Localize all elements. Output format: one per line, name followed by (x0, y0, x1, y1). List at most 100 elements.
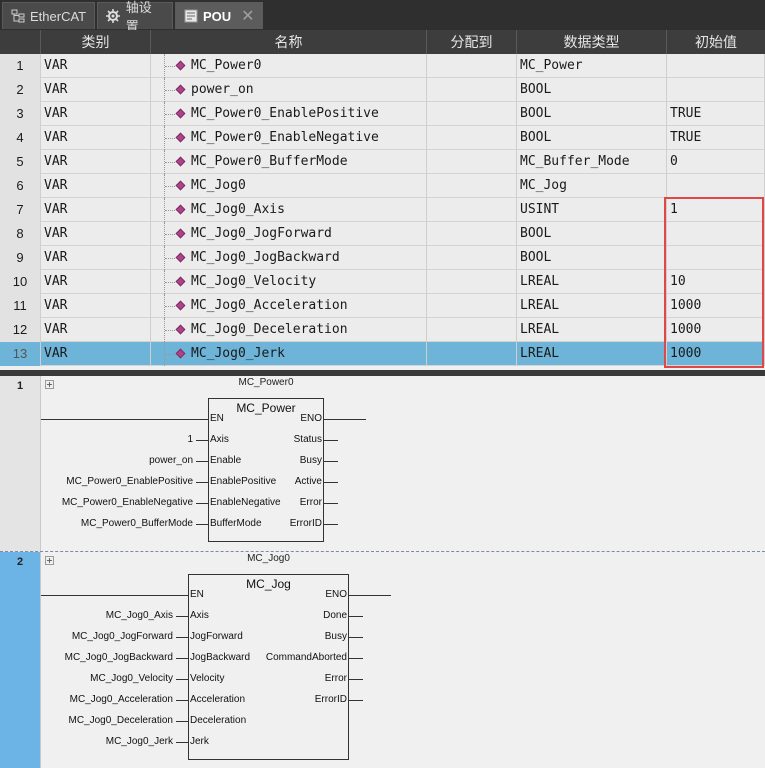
category-cell[interactable]: VAR (41, 54, 151, 78)
column-header-assigned[interactable]: 分配到 (427, 30, 517, 54)
initial-value-cell[interactable]: 10 (667, 270, 765, 294)
datatype-cell[interactable]: BOOL (517, 246, 667, 270)
initial-value-cell[interactable] (667, 222, 765, 246)
assigned-cell[interactable] (427, 222, 517, 246)
table-row[interactable]: 1 VAR MC_Power0 MC_Power (0, 54, 765, 78)
datatype-cell[interactable]: USINT (517, 198, 667, 222)
assigned-cell[interactable] (427, 78, 517, 102)
close-icon[interactable]: ✕ (241, 6, 254, 26)
name-cell[interactable]: MC_Jog0_Velocity (151, 270, 427, 294)
name-cell[interactable]: MC_Jog0_JogBackward (151, 246, 427, 270)
table-row[interactable]: 8 VAR MC_Jog0_JogForward BOOL (0, 222, 765, 246)
table-row[interactable]: 10 VAR MC_Jog0_Velocity LREAL 10 (0, 270, 765, 294)
datatype-cell[interactable]: MC_Jog (517, 174, 667, 198)
category-cell[interactable]: VAR (41, 126, 151, 150)
fb-output-pin[interactable]: ENO (325, 589, 347, 601)
initial-value-cell[interactable]: 1000 (667, 318, 765, 342)
assigned-cell[interactable] (427, 246, 517, 270)
fb-input-pin[interactable]: Jerk (190, 736, 209, 748)
category-cell[interactable]: VAR (41, 342, 151, 366)
datatype-cell[interactable]: LREAL (517, 318, 667, 342)
initial-value-cell[interactable]: TRUE (667, 126, 765, 150)
table-row[interactable]: 4 VAR MC_Power0_EnableNegative BOOL TRUE (0, 126, 765, 150)
fb-instance-name[interactable]: MC_Jog0 (189, 553, 348, 564)
fb-output-pin[interactable]: ErrorID (290, 518, 322, 530)
category-cell[interactable]: VAR (41, 174, 151, 198)
category-cell[interactable]: VAR (41, 198, 151, 222)
assigned-cell[interactable] (427, 174, 517, 198)
initial-value-cell[interactable]: 1000 (667, 294, 765, 318)
fb-input-pin[interactable]: JogForward (190, 631, 243, 643)
fb-input-argument[interactable]: MC_Jog0_Acceleration (70, 694, 173, 706)
fb-input-argument[interactable]: MC_Power0_EnablePositive (66, 476, 193, 488)
initial-value-cell[interactable] (667, 78, 765, 102)
function-block[interactable]: MC_Jog0 MC_Jog (188, 553, 349, 760)
fb-input-pin[interactable]: EN (190, 589, 204, 601)
table-row[interactable]: 3 VAR MC_Power0_EnablePositive BOOL TRUE (0, 102, 765, 126)
assigned-cell[interactable] (427, 318, 517, 342)
expand-icon[interactable] (45, 380, 54, 389)
fb-input-pin[interactable]: Deceleration (190, 715, 246, 727)
fb-output-pin[interactable]: Status (294, 434, 322, 446)
name-cell[interactable]: MC_Jog0 (151, 174, 427, 198)
initial-value-cell[interactable]: 1 (667, 198, 765, 222)
fb-output-pin[interactable]: CommandAborted (266, 652, 347, 664)
fb-input-argument[interactable]: MC_Jog0_Velocity (90, 673, 173, 685)
initial-value-cell[interactable] (667, 174, 765, 198)
name-cell[interactable]: MC_Power0_EnablePositive (151, 102, 427, 126)
name-cell[interactable]: MC_Jog0_Axis (151, 198, 427, 222)
fb-input-pin[interactable]: JogBackward (190, 652, 250, 664)
name-cell[interactable]: MC_Power0 (151, 54, 427, 78)
fb-input-pin[interactable]: Acceleration (190, 694, 245, 706)
table-row[interactable]: 7 VAR MC_Jog0_Axis USINT 1 (0, 198, 765, 222)
datatype-cell[interactable]: MC_Buffer_Mode (517, 150, 667, 174)
fb-instance-name[interactable]: MC_Power0 (209, 377, 323, 388)
fb-input-argument[interactable]: MC_Jog0_Deceleration (68, 715, 173, 727)
name-cell[interactable]: power_on (151, 78, 427, 102)
fb-input-argument[interactable]: 1 (187, 434, 193, 446)
initial-value-cell[interactable]: 0 (667, 150, 765, 174)
fb-input-pin[interactable]: Axis (210, 434, 229, 446)
tab-ethercat[interactable]: EtherCAT (2, 2, 95, 29)
fb-output-pin[interactable]: Done (323, 610, 347, 622)
column-header-initial[interactable]: 初始值 (667, 30, 765, 54)
name-cell[interactable]: MC_Jog0_Deceleration (151, 318, 427, 342)
initial-value-cell[interactable] (667, 54, 765, 78)
category-cell[interactable]: VAR (41, 150, 151, 174)
name-cell[interactable]: MC_Jog0_Acceleration (151, 294, 427, 318)
table-row[interactable]: 5 VAR MC_Power0_BufferMode MC_Buffer_Mode 0 (0, 150, 765, 174)
assigned-cell[interactable] (427, 342, 517, 366)
datatype-cell[interactable]: LREAL (517, 270, 667, 294)
fb-input-argument[interactable]: MC_Power0_BufferMode (81, 518, 193, 530)
datatype-cell[interactable]: BOOL (517, 126, 667, 150)
fb-output-pin[interactable]: Busy (325, 631, 347, 643)
assigned-cell[interactable] (427, 102, 517, 126)
table-row[interactable]: 9 VAR MC_Jog0_JogBackward BOOL (0, 246, 765, 270)
fb-output-pin[interactable]: ENO (300, 413, 322, 425)
fb-input-argument[interactable]: MC_Jog0_Jerk (106, 736, 173, 748)
assigned-cell[interactable] (427, 54, 517, 78)
category-cell[interactable]: VAR (41, 102, 151, 126)
fb-input-pin[interactable]: Axis (190, 610, 209, 622)
datatype-cell[interactable]: LREAL (517, 342, 667, 366)
tab-axis-settings[interactable]: 轴设置 (97, 0, 173, 34)
table-row[interactable]: 2 VAR power_on BOOL (0, 78, 765, 102)
ladder-rung[interactable]: 2 MC_Jog0 MC_Jog EN Axis MC_Jog0_Axis JogForw… (0, 552, 765, 768)
category-cell[interactable]: VAR (41, 294, 151, 318)
table-row[interactable]: 12 VAR MC_Jog0_Deceleration LREAL 1000 (0, 318, 765, 342)
assigned-cell[interactable] (427, 294, 517, 318)
ladder-rung[interactable]: 1 MC_Power0 MC_Power EN Axis 1 Enable power_on… (0, 376, 765, 552)
fb-input-argument[interactable]: power_on (149, 455, 193, 467)
column-header-category[interactable]: 类别 (41, 30, 151, 54)
datatype-cell[interactable]: BOOL (517, 78, 667, 102)
fb-input-argument[interactable]: MC_Power0_EnableNegative (62, 497, 193, 509)
assigned-cell[interactable] (427, 198, 517, 222)
assigned-cell[interactable] (427, 150, 517, 174)
category-cell[interactable]: VAR (41, 222, 151, 246)
table-row[interactable]: 13 VAR MC_Jog0_Jerk LREAL 1000 (0, 342, 765, 366)
name-cell[interactable]: MC_Jog0_JogForward (151, 222, 427, 246)
datatype-cell[interactable]: BOOL (517, 222, 667, 246)
fb-input-pin[interactable]: Enable (210, 455, 241, 467)
category-cell[interactable]: VAR (41, 246, 151, 270)
fb-input-pin[interactable]: BufferMode (210, 518, 262, 530)
